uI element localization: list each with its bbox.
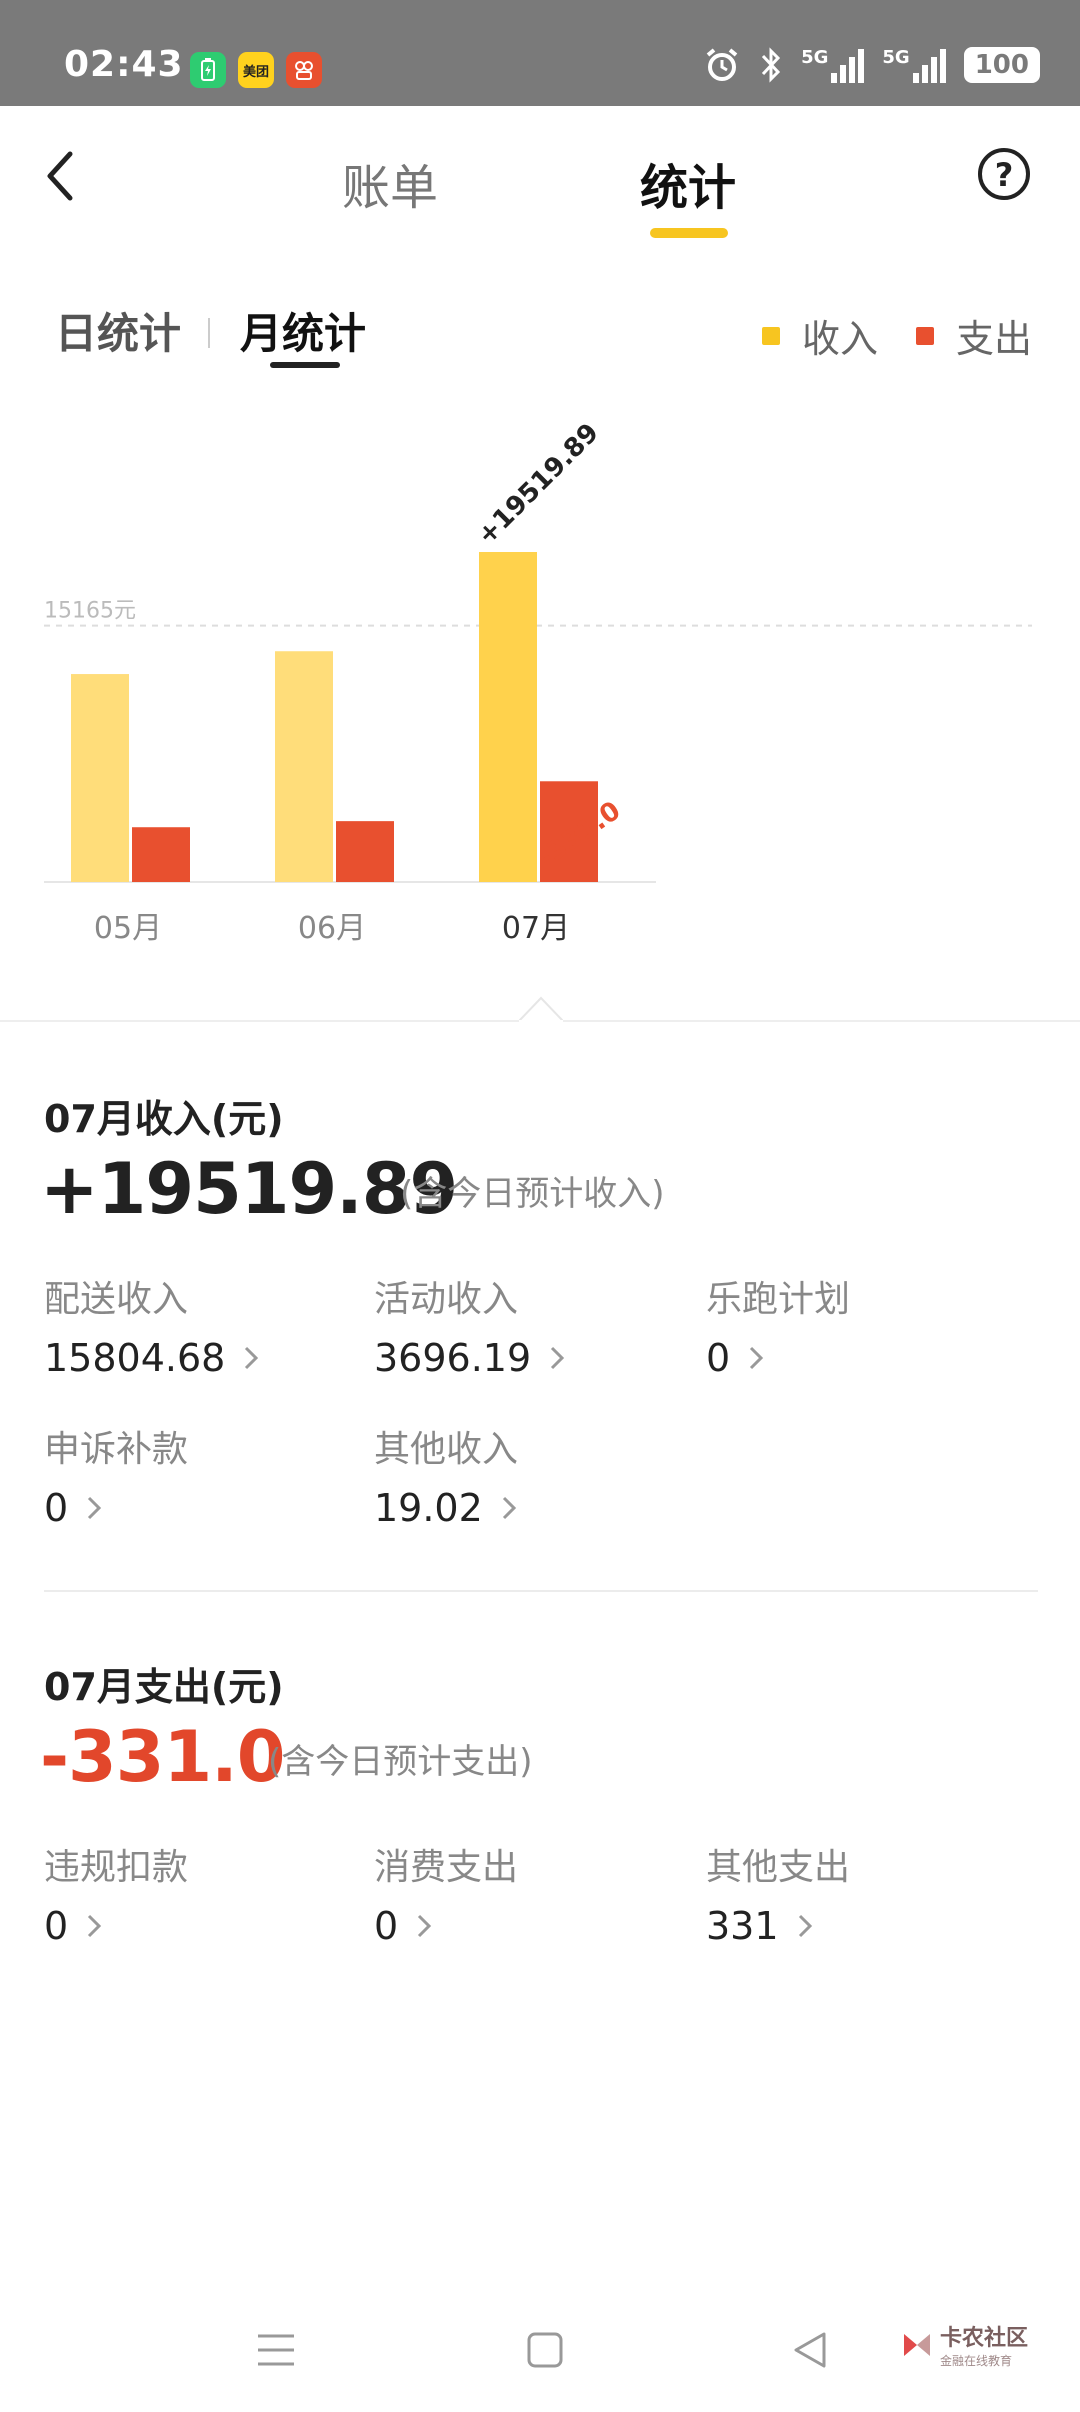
item-label: 其他收入 [374, 1429, 519, 1470]
expense-consumption-value[interactable]: 0 [374, 1904, 674, 1948]
expense-note: (含今日预计支出) [268, 1742, 533, 1782]
tab-bill[interactable]: 账单 [342, 148, 438, 218]
expense-item-consumption: 消费支出 0 [374, 1838, 674, 1948]
income-item-other: 其他收入 19.02 [374, 1420, 674, 1530]
active-subtab-indicator [270, 362, 340, 368]
status-time: 02:43 [64, 44, 184, 85]
network-type-2: 5G [882, 47, 910, 68]
reference-label: 15165元 [44, 599, 136, 624]
item-label: 违规扣款 [44, 1847, 189, 1888]
status-bar: 02:43 美团 5G 5G 100 [0, 0, 1080, 106]
item-value-text: 0 [374, 1904, 399, 1948]
chevron-right-icon [798, 1914, 812, 1938]
income-activity-value[interactable]: 3696.19 [374, 1336, 674, 1380]
section-divider [44, 1590, 1038, 1592]
bluetooth-icon [761, 47, 781, 83]
chevron-right-icon [502, 1496, 516, 1520]
income-item-run-plan: 乐跑计划 0 [706, 1270, 1006, 1380]
legend-expense-label: 支出 [956, 317, 1033, 361]
item-label: 活动收入 [374, 1279, 519, 1320]
expense-total-amount: -331.0 [40, 1716, 285, 1798]
stats-period-tabs: 日统计 月统计 收入 支出 [0, 290, 1080, 380]
chevron-right-icon [551, 1346, 565, 1370]
item-label: 配送收入 [44, 1279, 189, 1320]
income-item-delivery: 配送收入 15804.68 [44, 1270, 344, 1380]
item-value-text: 0 [44, 1904, 69, 1948]
top-header: 账单 统计 ? [0, 106, 1080, 256]
alarm-icon [706, 48, 738, 81]
network-type-1: 5G [801, 47, 829, 68]
expense-item-violation: 违规扣款 0 [44, 1838, 344, 1948]
legend-expense: 支出 [916, 308, 1032, 363]
chevron-right-icon [88, 1914, 102, 1938]
legend-income-swatch [762, 326, 780, 345]
x-tick-label: 05月 [94, 911, 162, 946]
expense-item-other: 其他支出 331 [706, 1838, 1006, 1948]
tab-stats[interactable]: 统计 [640, 148, 736, 218]
chevron-right-icon [245, 1346, 259, 1370]
income-note: (含今日预计收入) [400, 1174, 665, 1214]
item-value-text: 331 [706, 1904, 779, 1948]
legend-income: 收入 [762, 308, 878, 363]
chevron-right-icon [88, 1496, 102, 1520]
item-label: 申诉补款 [44, 1429, 189, 1470]
income-total-amount: +19519.89 [40, 1148, 458, 1230]
expense-bar-06月 [336, 821, 394, 882]
chart-canvas: 15165元05月 06月 07月+19519.89-331.0 [44, 420, 1032, 946]
income-bar-05月 [71, 674, 129, 882]
income-section-title: 07月收入(元) [44, 1097, 284, 1141]
x-tick-label: 07月 [502, 911, 570, 946]
income-run-plan-value[interactable]: 0 [706, 1336, 1006, 1380]
x-tick-label: 06月 [298, 911, 366, 946]
item-value-text: 3696.19 [374, 1336, 532, 1380]
battery-icon: 100 [963, 47, 1040, 83]
income-data-label: +19519.89 [472, 420, 605, 551]
item-label: 消费支出 [374, 1847, 519, 1888]
chevron-right-icon [418, 1914, 432, 1938]
watermark-main-text: 卡农社区 [940, 2326, 1029, 2351]
battery-app-icon [190, 52, 226, 88]
watermark-sub-text: 金融在线教育 [940, 2354, 1013, 2368]
income-item-activity: 活动收入 3696.19 [374, 1270, 674, 1380]
expense-violation-value[interactable]: 0 [44, 1904, 344, 1948]
rider-app-icon [286, 52, 322, 88]
expense-section-title: 07月支出(元) [44, 1665, 284, 1709]
help-icon[interactable]: ? [976, 146, 1032, 202]
item-label: 其他支出 [706, 1847, 851, 1888]
tab-daily-stats[interactable]: 日统计 [55, 300, 181, 361]
income-other-value[interactable]: 19.02 [374, 1486, 674, 1530]
chevron-right-icon [750, 1346, 764, 1370]
legend-expense-swatch [916, 326, 934, 345]
signal-strength-icon-2: 5G [882, 47, 946, 83]
income-bar-06月 [275, 651, 333, 882]
menu-icon[interactable] [256, 2330, 296, 2370]
help-icon-glyph: ? [995, 156, 1014, 194]
monthly-bar-chart: 15165元 05月 06月 07月 +19519.89 -331.0 [0, 420, 1080, 980]
income-item-appeal: 申诉补款 0 [44, 1420, 344, 1530]
watermark: 卡农社区 金融在线教育 [900, 2320, 1028, 2369]
item-value-text: 19.02 [374, 1486, 483, 1530]
back-arrow-icon[interactable] [40, 146, 80, 206]
expense-bar-05月 [132, 827, 190, 882]
back-triangle-icon[interactable] [790, 2330, 830, 2370]
selected-month-pointer [519, 996, 563, 1022]
item-value-text: 0 [44, 1486, 69, 1530]
income-delivery-value[interactable]: 15804.68 [44, 1336, 344, 1380]
active-tab-indicator [650, 228, 728, 238]
signal-strength-icon: 5G [801, 47, 865, 83]
status-icons: 5G 5G 100 [703, 46, 1040, 84]
expense-other-value[interactable]: 331 [706, 1904, 1006, 1948]
subtab-divider [208, 318, 210, 348]
tab-monthly-stats[interactable]: 月统计 [240, 300, 366, 361]
home-square-icon[interactable] [526, 2330, 564, 2370]
legend-income-label: 收入 [802, 317, 879, 361]
meituan-app-icon: 美团 [238, 52, 274, 88]
item-value-text: 0 [706, 1336, 731, 1380]
item-value-text: 15804.68 [44, 1336, 226, 1380]
item-label: 乐跑计划 [706, 1279, 851, 1320]
watermark-logo-icon [904, 2333, 930, 2356]
income-appeal-value[interactable]: 0 [44, 1486, 344, 1530]
income-bar-07月 [479, 552, 537, 882]
